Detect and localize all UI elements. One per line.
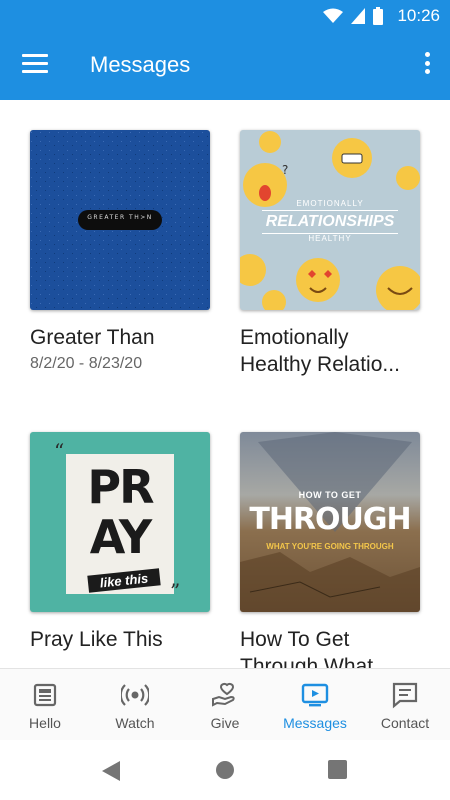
svg-text:“: “ bbox=[54, 439, 64, 463]
series-card-pray-like-this[interactable]: “ ” PR AY like this Pray Like This bbox=[30, 432, 210, 653]
series-art-main-2: AY bbox=[89, 510, 153, 564]
series-art-bottom: WHAT YOU'RE GOING THROUGH bbox=[266, 542, 394, 551]
svg-text:”: ” bbox=[170, 579, 180, 603]
series-art-top: EMOTIONALLY bbox=[296, 199, 364, 208]
nav-label: Contact bbox=[380, 715, 430, 731]
series-art-text: GREATER TH>N bbox=[87, 214, 153, 221]
nav-item-contact[interactable]: Contact bbox=[360, 669, 450, 740]
status-bar: 10:26 bbox=[0, 0, 450, 32]
series-art-main: PR bbox=[87, 460, 154, 514]
status-time: 10:26 bbox=[397, 6, 440, 25]
status-icons: 10:26 bbox=[323, 6, 440, 26]
svg-text:?: ? bbox=[282, 163, 288, 177]
series-art-main: THROUGH bbox=[249, 502, 411, 537]
series-card-greater-than[interactable]: GREATER TH>N Greater Than 8/2/20 - 8/23/… bbox=[30, 130, 210, 373]
series-artwork: ? EMOTIONALLY RELATIONSHIPS HEALTHY bbox=[240, 130, 420, 310]
bottom-navigation: Hello Watch Give Messages Contact bbox=[0, 668, 450, 740]
nav-item-give[interactable]: Give bbox=[180, 669, 270, 740]
nav-label: Hello bbox=[29, 715, 61, 731]
nav-label: Messages bbox=[283, 715, 347, 731]
app-bar: Messages bbox=[0, 32, 450, 100]
series-title: How To Get Through What ... bbox=[240, 628, 397, 668]
nav-item-watch[interactable]: Watch bbox=[90, 669, 180, 740]
series-card-emotionally-healthy[interactable]: ? EMOTIONALLY RELATIONSHIPS HEALTHY Emot… bbox=[240, 130, 420, 378]
broadcast-icon bbox=[121, 684, 149, 706]
series-date: 8/2/20 - 8/23/20 bbox=[30, 355, 143, 372]
series-title: Pray Like This bbox=[30, 628, 163, 651]
series-artwork: HOW TO GET THROUGH WHAT YOU'RE GOING THR… bbox=[240, 432, 420, 612]
battery-icon bbox=[373, 7, 384, 25]
series-title: Emotionally Healthy Relatio... bbox=[240, 326, 400, 376]
nav-item-hello[interactable]: Hello bbox=[0, 669, 90, 740]
more-options-icon[interactable] bbox=[422, 52, 432, 78]
menu-icon[interactable] bbox=[22, 54, 48, 74]
newspaper-icon bbox=[33, 683, 57, 707]
series-art-main: RELATIONSHIPS bbox=[262, 210, 398, 234]
home-icon[interactable] bbox=[215, 760, 235, 780]
recents-icon[interactable] bbox=[328, 760, 347, 779]
nav-label: Give bbox=[210, 715, 240, 731]
wifi-icon bbox=[323, 8, 344, 23]
series-artwork: GREATER TH>N bbox=[30, 130, 210, 310]
message-series-grid: GREATER TH>N Greater Than 8/2/20 - 8/23/… bbox=[0, 100, 450, 668]
series-card-how-to-get-through[interactable]: HOW TO GET THROUGH WHAT YOU'RE GOING THR… bbox=[240, 432, 420, 668]
series-art-top: HOW TO GET bbox=[298, 490, 362, 500]
back-icon[interactable] bbox=[100, 760, 122, 782]
series-art-bottom: HEALTHY bbox=[308, 234, 352, 243]
tv-play-icon bbox=[301, 683, 329, 707]
cell-signal-icon bbox=[351, 8, 366, 24]
page-title: Messages bbox=[90, 52, 191, 77]
system-navigation-bar bbox=[0, 740, 450, 800]
give-heart-icon bbox=[212, 682, 235, 707]
nav-item-messages[interactable]: Messages bbox=[270, 669, 360, 740]
nav-label: Watch bbox=[115, 715, 155, 731]
chat-icon bbox=[392, 682, 418, 709]
series-artwork: “ ” PR AY like this bbox=[30, 432, 210, 612]
series-title: Greater Than bbox=[30, 326, 155, 349]
